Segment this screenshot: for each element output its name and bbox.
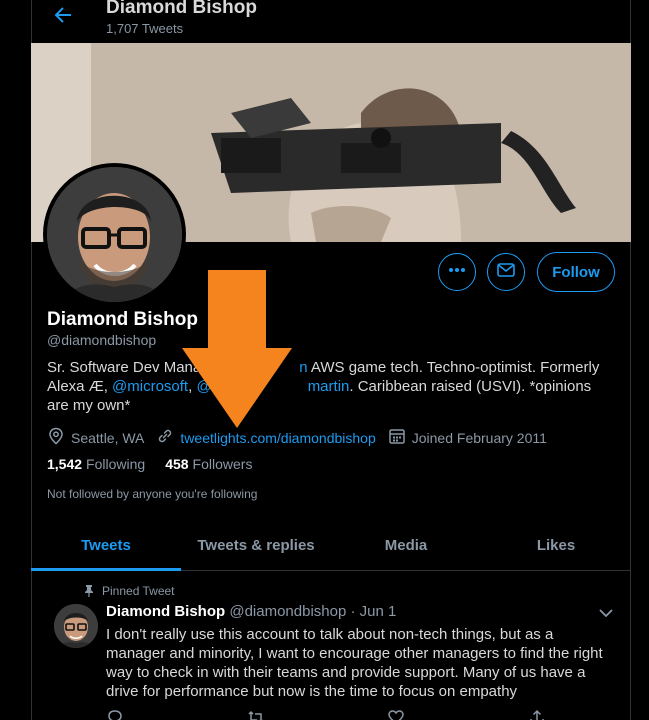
- header-title: Diamond Bishop: [106, 0, 257, 18]
- bio-link[interactable]: n: [299, 359, 307, 376]
- tweet-separator: ·: [350, 603, 356, 620]
- tweet-actions: [106, 708, 546, 720]
- more-options-button[interactable]: [438, 253, 476, 291]
- following-count: 1,542: [47, 456, 83, 472]
- tweet-date[interactable]: Jun 1: [360, 603, 397, 620]
- like-icon[interactable]: [387, 708, 405, 720]
- profile-name: Diamond Bishop: [47, 309, 198, 330]
- retweet-icon[interactable]: [247, 708, 265, 720]
- pinned-label: Pinned Tweet: [84, 584, 175, 600]
- tweet-text: I don't really use this account to talk …: [106, 626, 603, 700]
- followers-link[interactable]: 458 Followers: [165, 456, 252, 472]
- tweet-avatar[interactable]: [54, 604, 98, 648]
- bio-text: Sr. Software Dev Mana: [47, 359, 202, 376]
- message-button[interactable]: [487, 253, 525, 291]
- link-icon: [156, 427, 174, 448]
- following-label: Following: [86, 456, 146, 472]
- profile-avatar[interactable]: [43, 163, 186, 306]
- profile-tabs: Tweets Tweets & replies Media Likes: [31, 521, 631, 571]
- tab-media[interactable]: Media: [331, 521, 481, 570]
- share-icon[interactable]: [528, 708, 546, 720]
- down-arrow-annotation: [180, 270, 292, 435]
- mention-link[interactable]: martin: [308, 378, 350, 395]
- back-arrow-icon[interactable]: [51, 3, 75, 27]
- tweet-author[interactable]: Diamond Bishop: [106, 603, 225, 620]
- profile-header: Diamond Bishop 1,707 Tweets: [31, 0, 631, 43]
- not-followed-note: Not followed by anyone you're following: [47, 487, 258, 501]
- profile-meta: Seattle, WA tweetlights.com/diamondbisho…: [47, 427, 559, 448]
- profile-joined: Joined February 2011: [411, 429, 547, 446]
- followers-count: 458: [165, 456, 189, 472]
- tab-likes[interactable]: Likes: [481, 521, 631, 570]
- follow-counts: 1,542 Following 458 Followers: [47, 456, 272, 472]
- envelope-icon: [496, 260, 516, 285]
- chevron-down-icon[interactable]: [598, 606, 614, 624]
- mention-microsoft[interactable]: @microsoft: [112, 378, 188, 395]
- more-dots-icon: [448, 261, 466, 284]
- tab-tweets-replies[interactable]: Tweets & replies: [181, 521, 331, 570]
- profile-handle: @diamondbishop: [47, 332, 157, 348]
- tab-tweets[interactable]: Tweets: [31, 521, 181, 571]
- follow-button[interactable]: Follow: [537, 252, 615, 292]
- pin-icon: [84, 585, 94, 600]
- profile-bio: Sr. Software Dev Mana n AWS game tech. Te…: [47, 358, 607, 415]
- pinned-tweet-label: Pinned Tweet: [102, 584, 175, 598]
- reply-icon[interactable]: [106, 708, 124, 720]
- followers-label: Followers: [192, 456, 253, 472]
- profile-location: Seattle, WA: [71, 429, 145, 446]
- calendar-icon: [388, 427, 406, 448]
- tweet-handle[interactable]: @diamondbishop: [229, 603, 346, 620]
- location-pin-icon: [47, 427, 65, 448]
- tweet-count: 1,707 Tweets: [106, 21, 184, 36]
- tweet-header: Diamond Bishop @diamondbishop · Jun 1: [106, 603, 396, 620]
- following-link[interactable]: 1,542 Following: [47, 456, 145, 472]
